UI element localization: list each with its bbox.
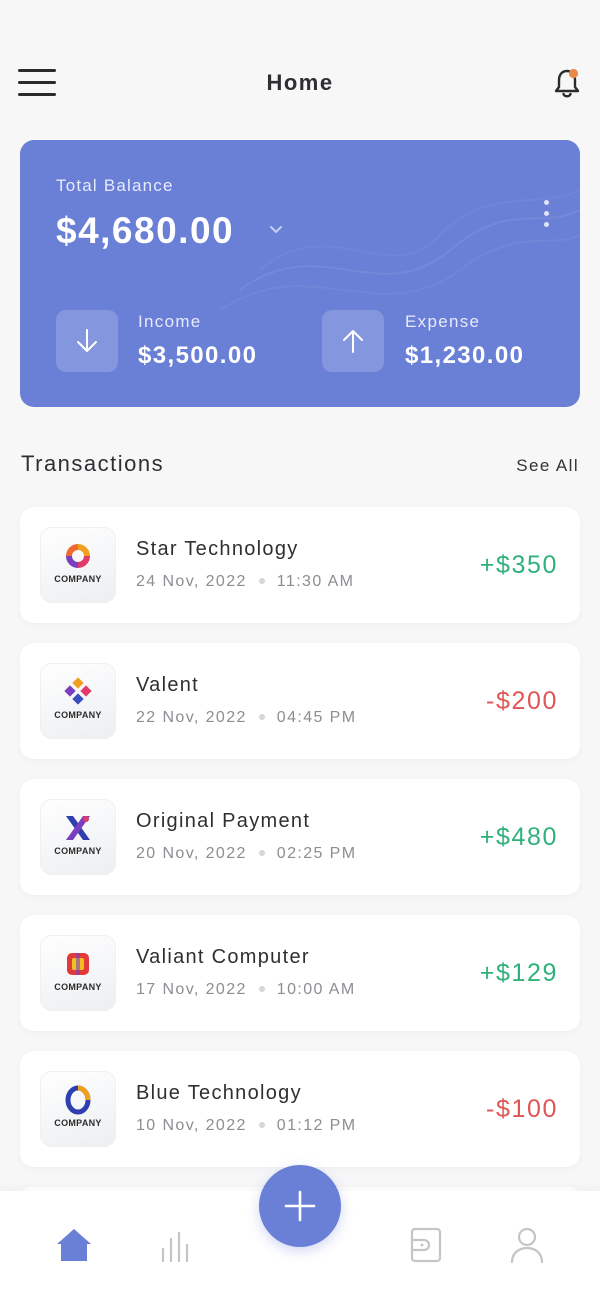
transaction-amount: +$480 (479, 823, 558, 851)
transaction-item[interactable]: COMPANY Original Payment 20 Nov, 2022 02:… (20, 779, 580, 895)
transactions-title: Transactions (21, 451, 165, 476)
expense-arrow-box (322, 310, 384, 372)
notification-dot-icon (568, 68, 579, 79)
transaction-amount: +$350 (479, 551, 558, 579)
square-logo-icon (67, 953, 89, 975)
transactions-list: COMPANY Star Technology 24 Nov, 2022 11:3… (20, 507, 580, 1187)
add-transaction-button[interactable] (259, 1165, 341, 1247)
income-amount: $3,500.00 (138, 342, 258, 369)
transaction-datetime: 20 Nov, 2022 02:25 PM (136, 845, 357, 862)
notification-bell-icon[interactable] (552, 66, 582, 100)
transaction-item[interactable]: COMPANY Valiant Computer 17 Nov, 2022 10:… (20, 915, 580, 1031)
add-icon (284, 1190, 316, 1222)
company-logo: COMPANY (40, 527, 116, 603)
transaction-datetime: 17 Nov, 2022 10:00 AM (136, 981, 356, 998)
transaction-name: Valent (136, 674, 200, 696)
stats-icon[interactable] (155, 1225, 195, 1265)
transaction-item[interactable]: COMPANY Blue Technology 10 Nov, 2022 01:1… (20, 1051, 580, 1167)
income-label: Income (138, 312, 202, 331)
see-all-link[interactable]: See All (516, 456, 579, 476)
transaction-name: Valiant Computer (136, 946, 310, 968)
page-title: Home (266, 70, 334, 95)
company-logo: COMPANY (40, 935, 116, 1011)
expense-amount: $1,230.00 (405, 342, 525, 369)
more-options-icon[interactable] (538, 200, 554, 230)
transaction-name: Star Technology (136, 538, 299, 560)
x-logo-icon (66, 816, 90, 840)
transaction-amount: +$129 (479, 959, 558, 987)
transaction-datetime: 24 Nov, 2022 11:30 AM (136, 573, 355, 590)
balance-label: Total Balance (56, 176, 174, 195)
company-logo: COMPANY (40, 799, 116, 875)
transaction-name: Blue Technology (136, 1082, 302, 1104)
transaction-amount: -$200 (486, 687, 558, 715)
company-logo: COMPANY (40, 1071, 116, 1147)
transaction-item[interactable]: COMPANY Star Technology 24 Nov, 2022 11:3… (20, 507, 580, 623)
balance-card: Total Balance $4,680.00 Income $3,500.00… (20, 140, 580, 407)
app-header: Home (0, 58, 600, 108)
home-icon[interactable] (54, 1225, 94, 1265)
transaction-datetime: 22 Nov, 2022 04:45 PM (136, 709, 357, 726)
income-arrow-box (56, 310, 118, 372)
chevron-down-icon[interactable] (268, 224, 284, 236)
transaction-datetime: 10 Nov, 2022 01:12 PM (136, 1117, 357, 1134)
expense-label: Expense (405, 312, 481, 331)
profile-icon[interactable] (507, 1225, 547, 1265)
transaction-amount: -$100 (486, 1095, 558, 1123)
transaction-name: Original Payment (136, 810, 311, 832)
ring-logo-icon (65, 1085, 91, 1115)
arrow-up-icon (343, 330, 363, 353)
balance-amount: $4,680.00 (56, 210, 235, 251)
arrow-down-icon (77, 329, 97, 352)
company-logo: COMPANY (40, 663, 116, 739)
diamond-logo-icon (64, 677, 92, 705)
transaction-item[interactable]: COMPANY Valent 22 Nov, 2022 04:45 PM -$20… (20, 643, 580, 759)
swirl-logo-icon (66, 544, 90, 568)
wallet-icon[interactable] (406, 1225, 446, 1265)
